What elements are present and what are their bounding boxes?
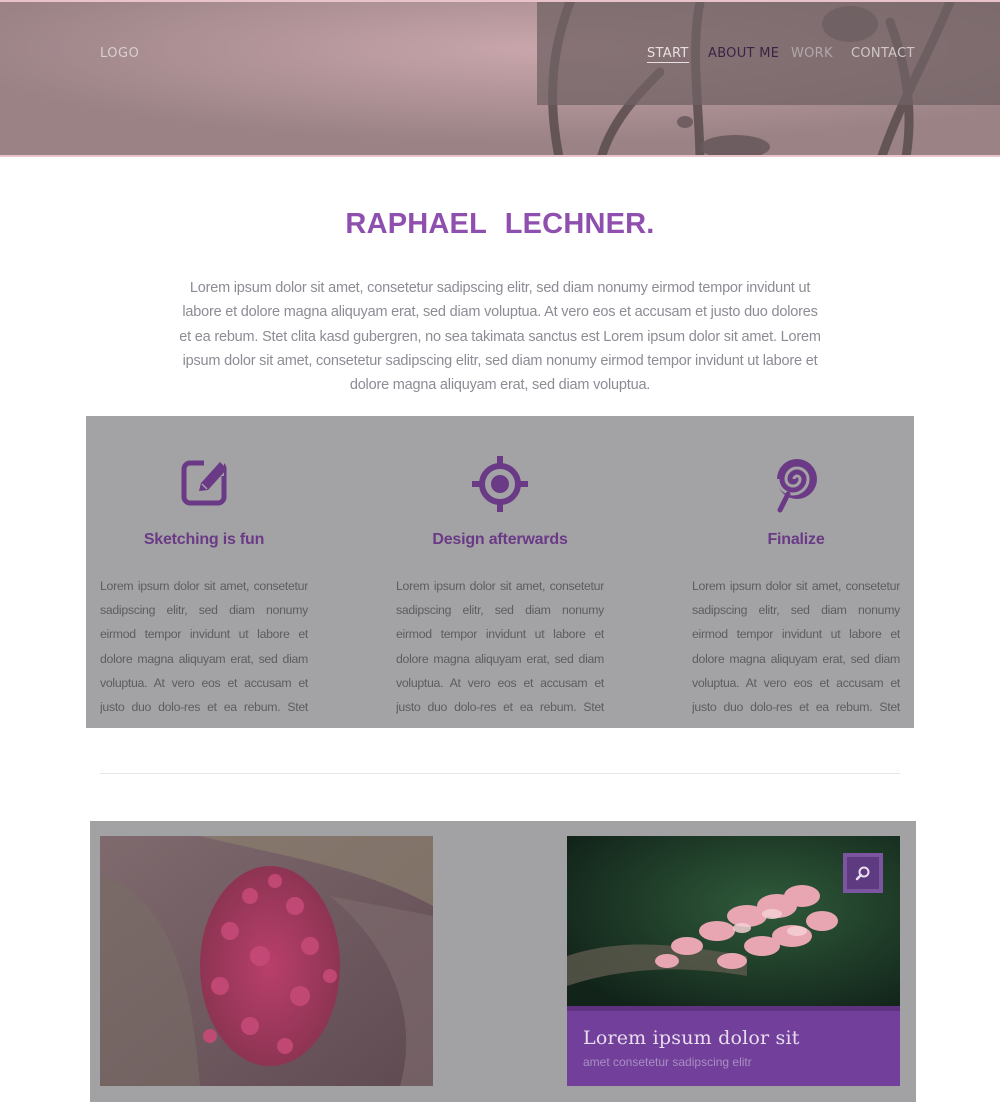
feature-title: Sketching is fun xyxy=(143,531,265,548)
nav-work[interactable]: WORK xyxy=(791,46,833,61)
features-section: Sketching is fun Lorem ipsum dolor sit a… xyxy=(86,416,914,728)
zoom-button[interactable] xyxy=(843,853,883,893)
card-caption: Lorem ipsum dolor sit amet consetetur sa… xyxy=(567,1006,900,1086)
logo[interactable]: LOGO xyxy=(100,46,139,61)
caption-title: Lorem ipsum dolor sit xyxy=(583,1027,800,1049)
gallery-section: Lorem ipsum dolor sit amet consetetur sa… xyxy=(90,821,916,1102)
feature-title: Design afterwards xyxy=(432,531,568,548)
caption-subtitle: amet consetetur sadipscing elitr xyxy=(583,1055,752,1069)
gallery-card-right[interactable]: Lorem ipsum dolor sit amet consetetur sa… xyxy=(567,836,900,1086)
feature-design: Design afterwards Lorem ipsum dolor sit … xyxy=(396,416,604,728)
nav-about-me[interactable]: ABOUT ME xyxy=(708,46,779,61)
intro-paragraph: Lorem ipsum dolor sit amet, consetetur s… xyxy=(179,280,821,394)
feature-title: Finalize xyxy=(767,531,825,548)
feature-text: Lorem ipsum dolor sit amet, consetetur s… xyxy=(100,579,308,715)
site-header: LOGO START ABOUT ME WORK CONTACT xyxy=(0,0,1000,157)
search-icon xyxy=(855,866,870,881)
target-icon xyxy=(472,456,528,512)
feature-text: Lorem ipsum dolor sit amet, consetetur s… xyxy=(396,579,604,715)
feature-finalize: Finalize Lorem ipsum dolor sit amet, con… xyxy=(692,416,900,728)
feature-sketching: Sketching is fun Lorem ipsum dolor sit a… xyxy=(100,416,308,728)
page-title: RAPHAEL LECHNER. xyxy=(345,208,655,240)
nav-contact[interactable]: CONTACT xyxy=(851,46,915,61)
feature-text: Lorem ipsum dolor sit amet, consetetur s… xyxy=(692,579,900,715)
gallery-card-left[interactable] xyxy=(100,836,433,1086)
nav-start[interactable]: START xyxy=(647,46,689,63)
section-divider xyxy=(100,773,900,774)
red-ginger-flower-image xyxy=(100,836,433,1086)
lollipop-icon xyxy=(776,459,817,513)
edit-icon xyxy=(181,456,227,506)
